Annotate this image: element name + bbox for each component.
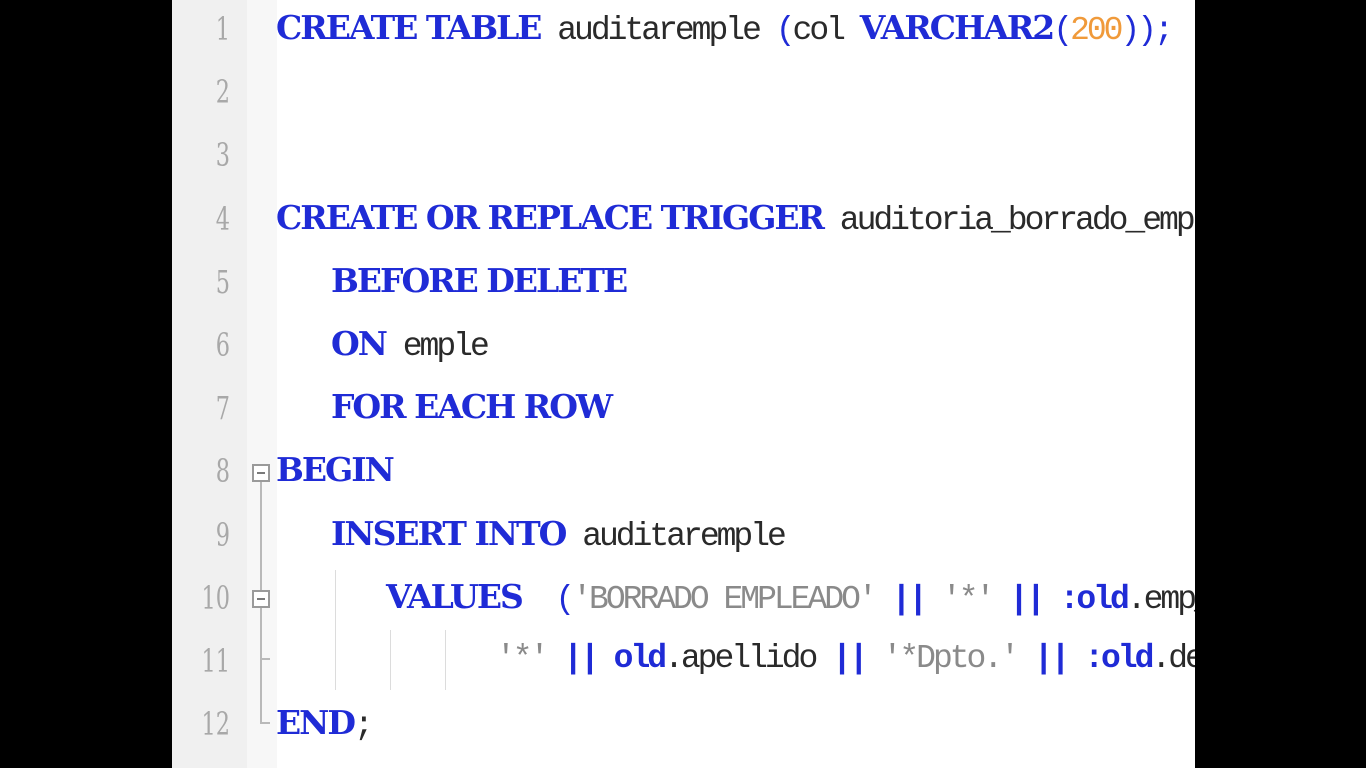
code-text[interactable]: '*' || old.apellido || '*Dpto.' || :old.… [496,640,1195,677]
code-token: ( [1053,12,1073,49]
line-number: 3 [215,136,230,175]
code-token: emple [385,328,490,365]
line-number: 12 [201,705,230,744]
line-number: 10 [201,578,230,617]
line-number: 1 [215,10,230,48]
code-text[interactable]: CREATE OR REPLACE TRIGGER auditoria_borr… [276,198,1195,239]
code-token: .apellido [664,640,833,677]
code-token: ON [331,324,388,363]
code-token: FOR EACH ROW [331,387,613,427]
code-token: || [992,580,1060,618]
line-number: 9 [215,515,230,554]
code-text[interactable]: ON emple [331,324,490,365]
code-token: VARCHAR2 [859,8,1056,47]
code-line[interactable]: 11 '*' || old.apellido || '*Dpto.' || :ol… [172,632,1195,695]
code-line[interactable]: 1 CREATE TABLE auditaremple (col VARCHAR2… [172,0,1195,63]
code-token: auditoria_borrado_emple [822,201,1195,239]
line-number: 4 [215,199,230,238]
code-token: ; [353,707,374,745]
code-text[interactable]: END; [276,703,374,745]
code-text[interactable]: BEFORE DELETE [331,260,628,302]
code-token: CREATE OR REPLACE TRIGGER [276,197,825,237]
code-text[interactable]: FOR EACH ROW [331,387,613,428]
code-token: ( [555,580,575,618]
code-token: col [792,12,860,49]
line-number: 11 [201,642,230,680]
line-number: 6 [215,326,230,364]
code-text[interactable]: CREATE TABLE auditaremple (col VARCHAR2(… [276,8,1174,49]
code-token: old [613,640,667,677]
code-token: VALUES [386,576,524,616]
code-line[interactable]: 10 VALUES ('BORRADO EMPLEADO' || '*' || :… [172,569,1195,632]
code-token: || [546,640,614,677]
code-line[interactable]: 3 [172,126,1195,189]
code-editor[interactable]: 1 CREATE TABLE auditaremple (col VARCHAR2… [172,0,1195,768]
code-token: 'BORRADO EMPLEADO' [572,580,877,618]
line-number: 8 [215,452,230,491]
code-token: .dept_no [1151,640,1195,677]
code-line[interactable]: 4 CREATE OR REPLACE TRIGGER auditoria_bor… [172,190,1195,253]
code-token: )); [1120,12,1173,49]
code-token: || [832,640,869,677]
code-token: '*Dpto.' [882,640,1020,677]
code-line[interactable]: 12 END; [172,695,1195,758]
code-token: INSERT INTO [331,513,567,553]
line-number: 2 [215,73,230,112]
code-line[interactable]: 5 BEFORE DELETE [172,253,1195,316]
code-token: '*' [941,580,995,618]
code-token: :old [1084,640,1154,677]
code-token: auditaremple [565,517,787,555]
code-token: BEFORE DELETE [331,260,628,300]
code-token: ( [775,12,796,49]
code-token: '*' [496,640,549,677]
code-token: auditaremple [540,12,776,49]
code-text[interactable]: INSERT INTO auditaremple [331,513,787,555]
code-token: CREATE TABLE [276,8,542,47]
code-token: .emp_no [1126,580,1195,618]
code-line[interactable]: 8 BEGIN [172,442,1195,505]
code-token: 200 [1070,12,1123,49]
line-number: 5 [215,262,230,301]
code-token: || [1016,640,1085,677]
code-token: || [874,580,942,618]
code-token: :old [1059,580,1130,618]
code-token: BEGIN [276,450,395,490]
code-token: END [276,703,356,743]
code-line[interactable]: 2 [172,63,1195,126]
line-number: 7 [215,389,230,428]
code-text[interactable]: BEGIN [276,450,395,491]
code-line[interactable]: 6 ON emple [172,316,1195,379]
code-text[interactable]: VALUES ('BORRADO EMPLEADO' || '*' || :ol… [386,577,1195,618]
code-line[interactable]: 9 INSERT INTO auditaremple [172,506,1195,569]
code-line[interactable]: 7 FOR EACH ROW [172,379,1195,442]
